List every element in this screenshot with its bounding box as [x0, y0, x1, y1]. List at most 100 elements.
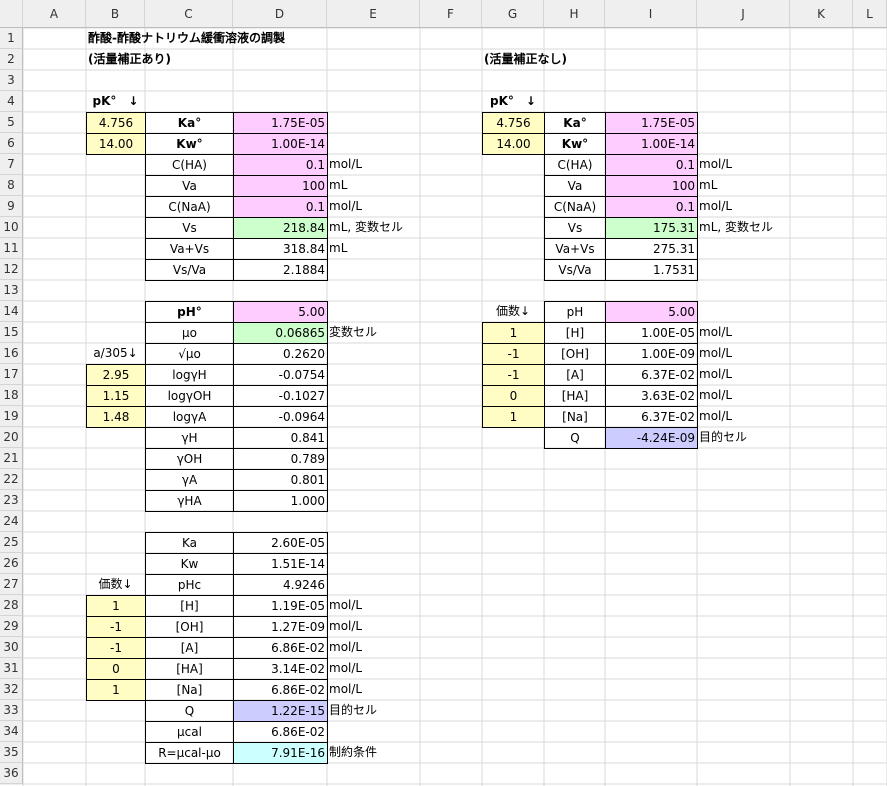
left-ph0-label[interactable]: pH° — [145, 301, 234, 323]
left-valence-value[interactable]: -1 — [86, 616, 146, 638]
column-header-l[interactable]: L — [853, 0, 887, 28]
left-activity-value[interactable]: 0.2620 — [233, 343, 328, 365]
left-valence-value[interactable]: 0 — [86, 658, 146, 680]
right-c-naa-label[interactable]: C(NaA) — [544, 196, 606, 218]
left-r-value[interactable]: 7.91E-16 — [233, 742, 328, 764]
right-conc-value[interactable]: 1.00E-09 — [605, 343, 698, 365]
sheet-title[interactable]: 酢酸-酢酸ナトリウム緩衝溶液の調製 — [86, 28, 285, 49]
right-conc-unit[interactable]: mol/L — [697, 364, 790, 385]
left-conc-value[interactable]: 1.19E-05 — [233, 595, 328, 617]
right-vs-label[interactable]: Vs — [544, 217, 606, 239]
right-conc-value[interactable]: 6.37E-02 — [605, 406, 698, 428]
right-conc-unit[interactable]: mol/L — [697, 385, 790, 406]
left-species-label[interactable]: [HA] — [145, 658, 234, 680]
row-header-30[interactable]: 30 — [0, 637, 23, 658]
right-q-note[interactable]: 目的セル — [697, 427, 790, 448]
right-valence-value[interactable]: 0 — [482, 385, 545, 407]
left-vs-unit[interactable]: mL, 変数セル — [327, 217, 420, 238]
left-va-unit[interactable]: mL — [327, 175, 420, 196]
left-valence-value[interactable]: 1 — [86, 595, 146, 617]
row-header-16[interactable]: 16 — [0, 343, 23, 364]
row-header-20[interactable]: 20 — [0, 427, 23, 448]
left-activity-value[interactable]: 0.841 — [233, 427, 328, 449]
right-vs-unit[interactable]: mL, 変数セル — [697, 217, 790, 238]
row-header-19[interactable]: 19 — [0, 406, 23, 427]
column-header-c[interactable]: C — [145, 0, 233, 28]
select-all-corner[interactable] — [0, 0, 23, 28]
left-va-value[interactable]: 100 — [233, 175, 328, 197]
left-ka0-value[interactable]: 1.75E-05 — [233, 112, 328, 134]
right-valence-value[interactable]: 1 — [482, 406, 545, 428]
right-conc-unit[interactable]: mol/L — [697, 343, 790, 364]
left-c-ha-value[interactable]: 0.1 — [233, 154, 328, 176]
left-kw0-label[interactable]: Kw° — [145, 133, 234, 155]
left-species-label[interactable]: [H] — [145, 595, 234, 617]
right-vs-va-value[interactable]: 1.7531 — [605, 259, 698, 281]
right-conc-value[interactable]: 3.63E-02 — [605, 385, 698, 407]
left-pka-input[interactable]: 4.756 — [86, 112, 146, 134]
left-activity-label[interactable]: γOH — [145, 448, 234, 470]
right-c-naa-value[interactable]: 0.1 — [605, 196, 698, 218]
row-header-1[interactable]: 1 — [0, 28, 23, 49]
left-conc-value[interactable]: 6.86E-02 — [233, 637, 328, 659]
right-subtitle[interactable]: (活量補正なし) — [482, 49, 567, 70]
right-va-unit[interactable]: mL — [697, 175, 790, 196]
left-conc-unit[interactable]: mol/L — [327, 679, 420, 700]
left-conc-value[interactable]: 6.86E-02 — [233, 679, 328, 701]
right-va-vs-value[interactable]: 275.31 — [605, 238, 698, 260]
left-subtitle[interactable]: (活量補正あり) — [86, 49, 171, 70]
left-r-label[interactable]: R=μcal-μo — [145, 742, 234, 764]
row-header-32[interactable]: 32 — [0, 679, 23, 700]
column-header-g[interactable]: G — [482, 0, 544, 28]
left-a-value[interactable]: 1.15 — [86, 385, 146, 407]
left-c-naa-unit[interactable]: mol/L — [327, 196, 420, 217]
left-valence-value[interactable]: 1 — [86, 679, 146, 701]
left-vavs-unit[interactable]: mL — [327, 238, 420, 259]
left-mucal-label[interactable]: μcal — [145, 721, 234, 743]
left-r-note[interactable]: 制約条件 — [327, 742, 420, 763]
left-conc-unit[interactable]: mol/L — [327, 658, 420, 679]
left-species-label[interactable]: [Na] — [145, 679, 234, 701]
left-activity-value[interactable]: 1.000 — [233, 490, 328, 512]
left-species-label[interactable]: [A] — [145, 637, 234, 659]
right-vs-value[interactable]: 175.31 — [605, 217, 698, 239]
row-header-28[interactable]: 28 — [0, 595, 23, 616]
left-mu0-note[interactable]: 変数セル — [327, 322, 420, 343]
left-activity-label[interactable]: logγOH — [145, 385, 234, 407]
right-c-ha-value[interactable]: 0.1 — [605, 154, 698, 176]
left-valence-value[interactable]: -1 — [86, 637, 146, 659]
right-va-vs-label[interactable]: Va+Vs — [544, 238, 606, 260]
left-va-vs-value[interactable]: 318.84 — [233, 238, 328, 260]
row-header-24[interactable]: 24 — [0, 511, 23, 532]
left-k-label[interactable]: pHc — [145, 574, 234, 596]
left-ph0-value[interactable]: 5.00 — [233, 301, 328, 323]
left-mu0-label[interactable]: μo — [145, 322, 234, 344]
left-vs-va-label[interactable]: Vs/Va — [145, 259, 234, 281]
right-ph-value[interactable]: 5.00 — [605, 301, 698, 323]
right-pka-input[interactable]: 4.756 — [482, 112, 545, 134]
left-pkw-input[interactable]: 14.00 — [86, 133, 146, 155]
left-k-label[interactable]: Kw — [145, 553, 234, 575]
right-species-label[interactable]: [OH] — [544, 343, 606, 365]
row-header-3[interactable]: 3 — [0, 70, 23, 91]
left-activity-value[interactable]: -0.0754 — [233, 364, 328, 386]
left-vs-value[interactable]: 218.84 — [233, 217, 328, 239]
right-valence-header[interactable]: 価数↓ — [482, 301, 544, 322]
row-header-26[interactable]: 26 — [0, 553, 23, 574]
left-activity-label[interactable]: logγA — [145, 406, 234, 428]
right-pk-header[interactable]: pK° ↓ — [482, 91, 544, 112]
left-c-ha-unit[interactable]: mol/L — [327, 154, 420, 175]
left-kw0-value[interactable]: 1.00E-14 — [233, 133, 328, 155]
right-species-label[interactable]: [HA] — [544, 385, 606, 407]
row-header-34[interactable]: 34 — [0, 721, 23, 742]
left-c-naa-value[interactable]: 0.1 — [233, 196, 328, 218]
right-valence-value[interactable]: -1 — [482, 343, 545, 365]
right-species-label[interactable]: [Na] — [544, 406, 606, 428]
left-activity-label[interactable]: γA — [145, 469, 234, 491]
left-vs-va-value[interactable]: 2.1884 — [233, 259, 328, 281]
left-va-vs-label[interactable]: Va+Vs — [145, 238, 234, 260]
right-valence-value[interactable]: -1 — [482, 364, 545, 386]
left-a-value[interactable]: 1.48 — [86, 406, 146, 428]
left-k-value[interactable]: 4.9246 — [233, 574, 328, 596]
right-kw0-value[interactable]: 1.00E-14 — [605, 133, 698, 155]
